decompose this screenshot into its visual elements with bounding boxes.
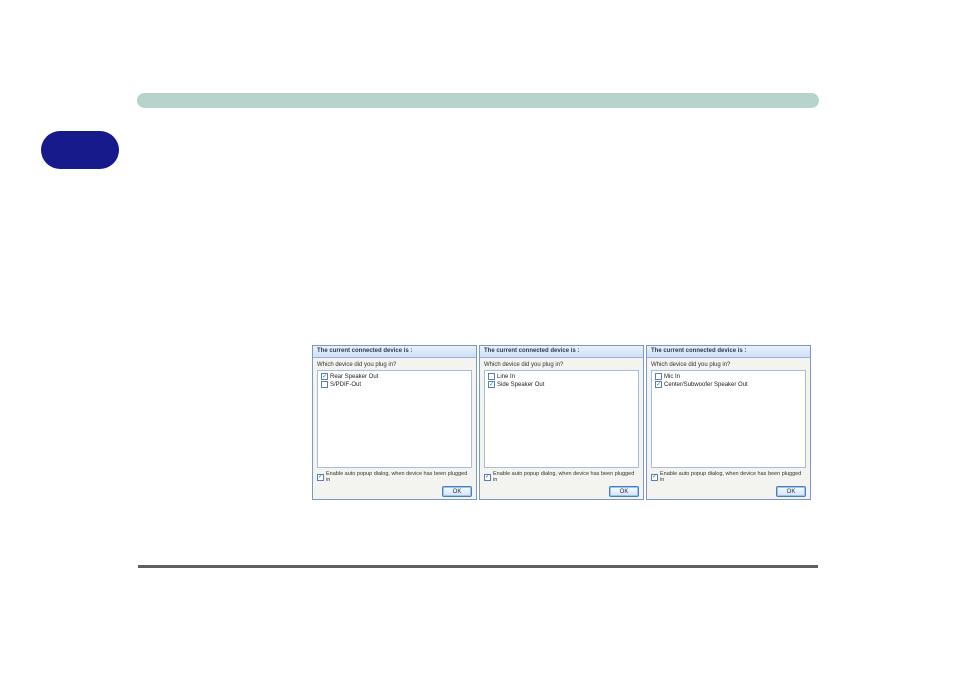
dialog-title: The current connected device is : [480,346,643,358]
checkbox-icon[interactable] [655,381,662,388]
checkbox-icon[interactable] [317,474,324,481]
checkbox-icon[interactable] [321,373,328,380]
list-item[interactable]: Rear Speaker Out [321,373,468,380]
list-item[interactable]: Center/Subwoofer Speaker Out [655,381,802,388]
list-item-label: S/PDIF-Out [330,382,361,388]
list-item-label: Rear Speaker Out [330,374,378,380]
checkbox-icon[interactable] [488,373,495,380]
button-row: OK [317,486,472,497]
dialog-body: Which device did you plug in? Line In Si… [480,358,643,499]
enable-popup-checkbox[interactable]: Enable auto popup dialog, when device ha… [484,471,639,483]
ok-button[interactable]: OK [442,486,472,497]
dialog-row: The current connected device is : Which … [312,345,811,500]
list-item-label: Mic In [664,374,680,380]
button-row: OK [484,486,639,497]
checkbox-icon[interactable] [484,474,491,481]
list-item[interactable]: Mic In [655,373,802,380]
list-item[interactable]: Side Speaker Out [488,381,635,388]
device-dialog: The current connected device is : Which … [312,345,477,500]
enable-popup-label: Enable auto popup dialog, when device ha… [493,471,639,483]
dialog-question: Which device did you plug in? [651,362,806,368]
list-item-label: Center/Subwoofer Speaker Out [664,382,748,388]
checkbox-icon[interactable] [488,381,495,388]
checkbox-icon[interactable] [655,373,662,380]
header-bar [137,93,819,108]
enable-popup-label: Enable auto popup dialog, when device ha… [326,471,472,483]
device-listbox[interactable]: Line In Side Speaker Out [484,370,639,468]
list-item[interactable]: Line In [488,373,635,380]
dialog-question: Which device did you plug in? [317,362,472,368]
enable-popup-checkbox[interactable]: Enable auto popup dialog, when device ha… [317,471,472,483]
checkbox-icon[interactable] [321,381,328,388]
list-item-label: Line In [497,374,515,380]
dialog-question: Which device did you plug in? [484,362,639,368]
button-row: OK [651,486,806,497]
device-dialog: The current connected device is : Which … [646,345,811,500]
side-pill [41,131,119,169]
list-item[interactable]: S/PDIF-Out [321,381,468,388]
ok-button[interactable]: OK [609,486,639,497]
list-item-label: Side Speaker Out [497,382,544,388]
ok-button[interactable]: OK [776,486,806,497]
dialog-title: The current connected device is : [647,346,810,358]
device-dialog: The current connected device is : Which … [479,345,644,500]
device-listbox[interactable]: Rear Speaker Out S/PDIF-Out [317,370,472,468]
device-listbox[interactable]: Mic In Center/Subwoofer Speaker Out [651,370,806,468]
dialog-title: The current connected device is : [313,346,476,358]
checkbox-icon[interactable] [651,474,658,481]
dialog-body: Which device did you plug in? Rear Speak… [313,358,476,499]
enable-popup-checkbox[interactable]: Enable auto popup dialog, when device ha… [651,471,806,483]
enable-popup-label: Enable auto popup dialog, when device ha… [660,471,806,483]
footer-rule [138,565,818,568]
dialog-body: Which device did you plug in? Mic In Cen… [647,358,810,499]
